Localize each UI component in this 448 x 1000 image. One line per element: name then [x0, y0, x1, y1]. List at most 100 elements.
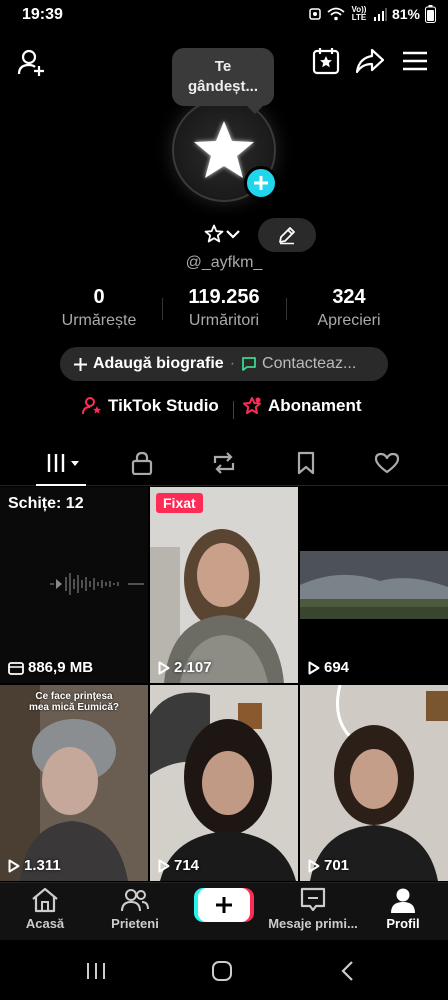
share-profile-button[interactable] [353, 44, 387, 78]
contact-button[interactable]: Contacteaz... [241, 355, 356, 373]
stats-row: 0 Urmărește 119.256 Urmăritori 324 Aprec… [0, 286, 448, 334]
inbox-icon [300, 887, 326, 912]
nav-inbox-label: Mesaje primi... [268, 916, 358, 931]
tab-favorites[interactable] [286, 446, 326, 480]
studio-divider [233, 401, 234, 419]
play-icon [158, 859, 170, 872]
signal-icon [373, 7, 387, 21]
tab-reposts[interactable] [204, 446, 244, 480]
nav-inbox[interactable]: Mesaje primi... [268, 887, 358, 931]
video-tile[interactable]: Ce face prințesa mea mică Eumică? 1.311 [0, 685, 148, 881]
video-views-count: 1.311 [24, 857, 61, 874]
recent-apps-icon [87, 963, 105, 979]
bio-actions: Adaugă biografie · Contacteaz... [60, 347, 388, 381]
system-navigation [0, 940, 448, 1000]
video-views: 714 [158, 857, 199, 874]
following-stat[interactable]: 0 Urmărește [44, 286, 154, 330]
friends-icon [121, 889, 149, 912]
drafts-tile[interactable]: Schițe: 12 886,9 MB [0, 487, 148, 683]
play-icon [8, 859, 20, 872]
subscription-star-icon [243, 397, 261, 414]
contact-label: Contacteaz... [262, 355, 357, 372]
tab-liked[interactable] [367, 446, 407, 480]
star-outline-icon [204, 224, 224, 243]
repost-icon [213, 452, 235, 474]
tab-private[interactable] [122, 446, 162, 480]
video-thumbnail [150, 685, 298, 881]
video-tile[interactable]: 701 [300, 685, 448, 881]
subscription-button[interactable]: Abonament [242, 396, 362, 416]
stat-divider [286, 298, 287, 320]
pencil-icon [279, 227, 295, 245]
battery-percent: 81% [391, 6, 420, 22]
following-label: Urmărește [61, 312, 137, 329]
share-icon [356, 48, 384, 74]
video-thumbnail [300, 551, 448, 619]
video-views: 701 [308, 857, 349, 874]
network-label: Vo)) LTE [351, 5, 367, 22]
following-count: 0 [93, 286, 105, 308]
nav-profile[interactable]: Profil [358, 887, 448, 931]
alarm-icon [309, 8, 321, 20]
video-views-count: 714 [174, 857, 200, 874]
video-thumbnail [0, 685, 148, 881]
drafts-size-value: 886,9 MB [28, 659, 94, 676]
video-views-count: 2.107 [174, 659, 212, 676]
play-icon [158, 661, 170, 674]
add-bio-label: Adaugă biografie [93, 355, 224, 372]
video-tile-pinned[interactable]: Fixat 2.107 [150, 487, 298, 683]
wifi-icon [327, 7, 345, 21]
create-video-button[interactable] [198, 888, 250, 922]
battery-icon [425, 5, 436, 23]
plus-icon [216, 897, 232, 913]
followers-count: 119.256 [188, 286, 260, 308]
stat-divider [162, 298, 163, 320]
add-friend-button[interactable] [14, 44, 50, 80]
plus-icon [254, 176, 268, 190]
username: @_ayfkm_ [185, 254, 263, 271]
followers-stat[interactable]: 119.256 Urmăritori [169, 286, 279, 330]
back-button[interactable] [328, 958, 368, 984]
video-tile[interactable]: 694 [300, 487, 448, 683]
thought-bubble-line-2: gândeșt... [187, 78, 258, 95]
tiktok-studio-button[interactable]: TikTok Studio [82, 396, 219, 416]
play-icon [308, 661, 320, 674]
chevron-down-icon [226, 230, 240, 239]
nav-friends[interactable]: Prieteni [90, 887, 180, 931]
video-views-count: 694 [324, 659, 350, 676]
menu-button[interactable] [398, 44, 432, 78]
studio-row: TikTok Studio Abonament [0, 396, 448, 424]
bottom-navigation: Acasă Prieteni Mesaje primi... Profil [0, 882, 448, 940]
video-views: 694 [308, 659, 349, 676]
creator-calendar-button[interactable] [309, 44, 343, 78]
home-circle-icon [212, 961, 232, 981]
add-bio-button[interactable]: Adaugă biografie [74, 355, 224, 373]
thought-bubble[interactable]: Te gândeșt... [172, 48, 274, 114]
bookmark-icon [297, 451, 315, 475]
nav-friends-label: Prieteni [111, 916, 159, 931]
status-icons: Vo)) LTE 81% [308, 5, 436, 23]
likes-stat[interactable]: 324 Aprecieri [294, 286, 404, 330]
name-row [0, 218, 448, 254]
calendar-star-icon [312, 48, 340, 75]
studio-user-icon [82, 397, 101, 415]
active-tab-indicator [36, 484, 86, 486]
home-system-button[interactable] [202, 958, 242, 984]
video-thumbnail [300, 685, 448, 881]
edit-profile-button[interactable] [258, 218, 316, 252]
video-thumbnail [150, 487, 298, 683]
tiktok-studio-label: TikTok Studio [108, 396, 219, 415]
tab-videos[interactable] [42, 446, 82, 480]
play-icon [308, 859, 320, 872]
video-grid: Schițe: 12 886,9 MB Fixat 2.107 694 Ce f… [0, 487, 448, 882]
videos-grid-icon [47, 454, 79, 472]
recent-apps-button[interactable] [76, 958, 116, 984]
chat-bubble-icon [242, 357, 256, 371]
video-tile[interactable]: 714 [150, 685, 298, 881]
profile-icon [391, 888, 415, 913]
account-switcher[interactable] [204, 224, 240, 244]
nav-profile-label: Profil [386, 916, 420, 931]
nav-home[interactable]: Acasă [0, 887, 90, 931]
likes-count: 324 [332, 286, 366, 308]
add-avatar-button[interactable] [244, 166, 278, 200]
